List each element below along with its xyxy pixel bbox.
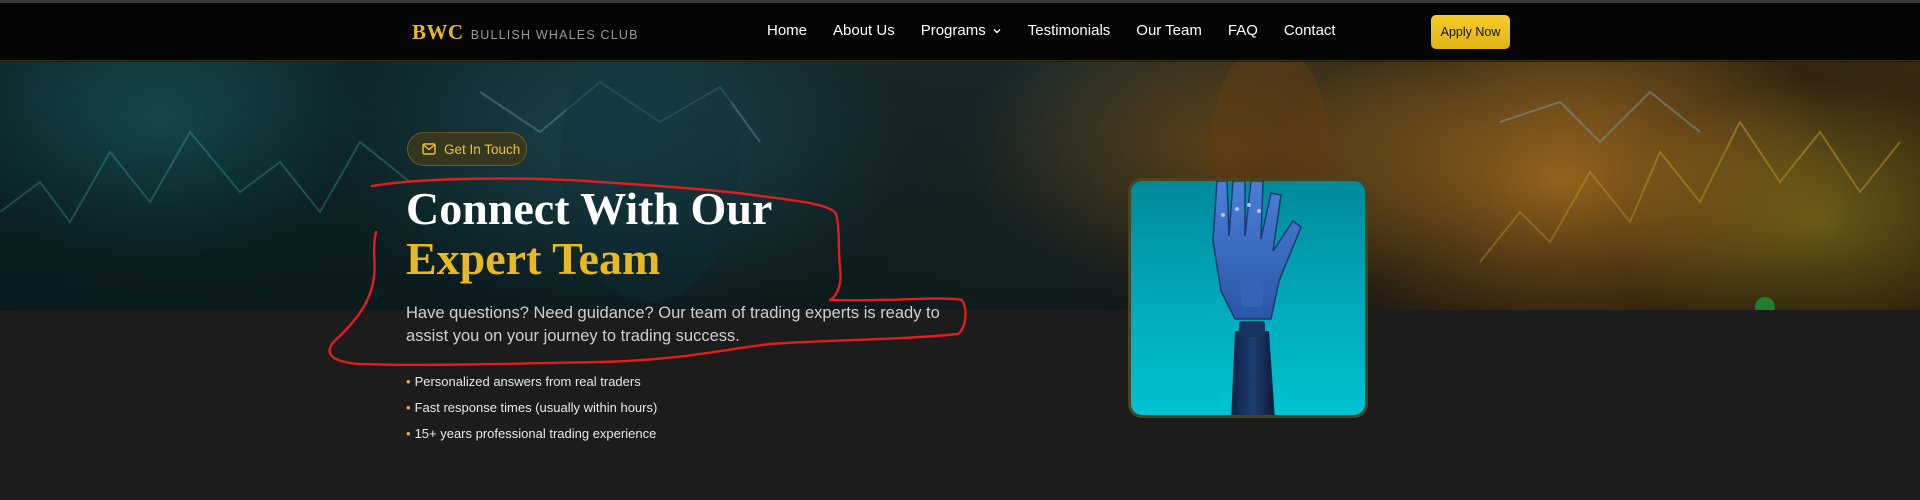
feature-list: • Personalized answers from real traders …: [406, 374, 657, 452]
bullet-icon: •: [406, 374, 411, 389]
nav-faq[interactable]: FAQ: [1228, 22, 1258, 39]
robot-hand-image: [1128, 178, 1368, 418]
nav-contact[interactable]: Contact: [1284, 22, 1336, 39]
apply-now-button[interactable]: Apply Now: [1431, 15, 1510, 49]
nav-testimonials-label: Testimonials: [1027, 22, 1111, 39]
nav-contact-label: Contact: [1283, 22, 1336, 39]
mail-icon: [422, 143, 436, 155]
main-nav: Home About Us Programs Testimonials Our …: [767, 22, 1362, 39]
hero-overlay: [0, 62, 1920, 310]
bullet-icon: •: [406, 426, 411, 441]
hero-title-line1: Connect With Our: [406, 183, 773, 234]
nav-testimonials[interactable]: Testimonials: [1028, 22, 1111, 39]
brand-logo[interactable]: BWC BULLISH WHALES CLUB: [412, 20, 639, 45]
bullet-icon: •: [406, 400, 411, 415]
robot-hand-illustration: [1212, 181, 1302, 415]
list-item: • Fast response times (usually within hou…: [406, 400, 657, 426]
nav-programs[interactable]: Programs: [921, 22, 1002, 39]
get-in-touch-label: Get In Touch: [444, 141, 521, 157]
nav-programs-label: Programs: [920, 22, 986, 39]
brand-mark: BWC: [412, 20, 464, 44]
chevron-down-icon: [993, 28, 1001, 33]
list-item-text: Personalized answers from real traders: [414, 374, 641, 389]
brand-name: BULLISH WHALES CLUB: [470, 28, 639, 42]
nav-about-us-label: About Us: [833, 22, 895, 39]
nav-our-team[interactable]: Our Team: [1136, 22, 1202, 39]
nav-faq-label: FAQ: [1227, 22, 1258, 39]
hero-title-line2: Expert Team: [406, 233, 661, 284]
list-item-text: Fast response times (usually within hour…: [414, 400, 658, 415]
nav-home-label: Home: [767, 22, 808, 39]
hero-background: [0, 62, 1920, 310]
nav-home[interactable]: Home: [767, 22, 807, 39]
get-in-touch-badge[interactable]: Get In Touch: [407, 132, 527, 166]
list-item: • Personalized answers from real traders: [406, 374, 657, 400]
nav-about-us[interactable]: About Us: [833, 22, 895, 39]
navbar: BWC BULLISH WHALES CLUB Home About Us Pr…: [0, 3, 1920, 61]
list-item: • 15+ years professional trading experien…: [406, 426, 657, 452]
hero-description: Have questions? Need guidance? Our team …: [406, 304, 940, 345]
list-item-text: 15+ years professional trading experienc…: [414, 426, 657, 441]
nav-our-team-label: Our Team: [1136, 22, 1202, 39]
